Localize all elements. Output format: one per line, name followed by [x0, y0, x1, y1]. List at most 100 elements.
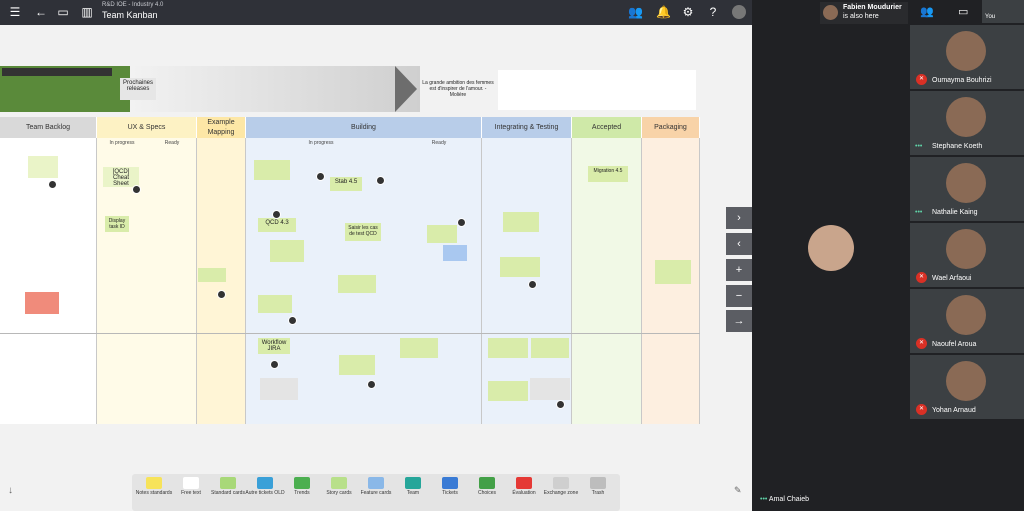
- toolbar-item[interactable]: Évaluation: [504, 474, 544, 511]
- back-arrow-icon[interactable]: ←: [34, 5, 48, 19]
- avatar: [270, 360, 279, 369]
- toolbar-label: Choices: [477, 490, 497, 496]
- audio-icon: •••: [760, 496, 768, 503]
- participant-tile[interactable]: ✕ Oumayma Bouhrizi: [910, 25, 1024, 89]
- participant-name: Nathalie Kaing: [932, 209, 978, 216]
- bell-icon[interactable]: 🔔: [656, 5, 671, 19]
- toolbar-swatch-icon: [257, 477, 273, 489]
- card-integ-1[interactable]: [503, 212, 539, 232]
- avatar: [946, 163, 986, 203]
- presenter-name: Fabien Moudurier: [843, 4, 902, 11]
- avatar: [946, 97, 986, 137]
- board-icon[interactable]: ▭: [56, 5, 70, 19]
- avatar: [556, 400, 565, 409]
- team-members-panel: [498, 70, 696, 110]
- toolbar-item[interactable]: Trash: [578, 474, 618, 511]
- avatar: [217, 290, 226, 299]
- card-building-3[interactable]: [254, 160, 290, 180]
- card-display-task[interactable]: Display task ID: [105, 216, 129, 232]
- pen-icon[interactable]: ✎: [734, 485, 742, 496]
- down-arrow-icon[interactable]: ↓: [8, 485, 13, 496]
- card-building-5[interactable]: [338, 275, 376, 293]
- toolbar-label: Notes standards: [135, 490, 173, 496]
- card-example[interactable]: [198, 268, 226, 282]
- people-icon[interactable]: 👥: [920, 5, 934, 18]
- toolbar-item[interactable]: Standard cards: [208, 474, 248, 511]
- col-team-backlog: Team Backlog: [0, 117, 97, 138]
- prochaines-card[interactable]: Prochaines releases: [120, 78, 156, 100]
- zoom-out-icon[interactable]: −: [726, 285, 752, 307]
- card-building-6[interactable]: [258, 295, 292, 313]
- card-backlog-1[interactable]: [28, 156, 58, 178]
- prev-icon[interactable]: ‹: [726, 233, 752, 255]
- card-grey[interactable]: [260, 378, 298, 400]
- release-arrow: [130, 66, 420, 112]
- card-ready-2[interactable]: [400, 338, 438, 358]
- avatar: [367, 380, 376, 389]
- card-saisir[interactable]: Saisir les cas de test QCD: [345, 223, 381, 241]
- toolbar-label: Tickets: [442, 490, 458, 496]
- zoom-in-icon[interactable]: +: [726, 259, 752, 281]
- avatar[interactable]: [732, 5, 746, 19]
- swimlane-divider: [0, 333, 700, 334]
- card-migration[interactable]: Migration 4.5: [588, 166, 628, 182]
- toolbar-item[interactable]: Trends: [282, 474, 322, 511]
- fit-icon[interactable]: →: [726, 310, 752, 332]
- col-packaging: Packaging: [642, 117, 700, 138]
- toolbar-item[interactable]: Feature cards: [356, 474, 396, 511]
- card-stab[interactable]: Stab 4.5: [330, 177, 362, 191]
- card-integ-6[interactable]: [530, 378, 570, 400]
- next-icon[interactable]: ›: [726, 207, 752, 229]
- project-subtitle: R&D IOE - Industry 4.0: [102, 2, 164, 8]
- app-bar: ☰ ← ▭ ▥ R&D IOE - Industry 4.0 Team Kanb…: [0, 0, 752, 25]
- card-integ-5[interactable]: [488, 381, 528, 401]
- toolbar-swatch-icon: [516, 477, 532, 489]
- toolbar-item[interactable]: Exchange zone: [541, 474, 581, 511]
- toolbar-item[interactable]: Autre tickets OLD: [245, 474, 285, 511]
- self-label: You: [985, 14, 996, 20]
- toolbar-label: Team: [406, 490, 420, 496]
- card-building-2[interactable]: [339, 355, 375, 375]
- toolbar-item[interactable]: Team: [393, 474, 433, 511]
- card-building-4[interactable]: [270, 240, 304, 262]
- participant-tile[interactable]: ✕ Wael Arfaoui: [910, 223, 1024, 287]
- card-ready-1[interactable]: [427, 225, 457, 243]
- participant-tile[interactable]: ✕ Yohan Arnaud: [910, 355, 1024, 419]
- speaker-name: ••• Amal Chaieb: [760, 496, 809, 503]
- quote-text: La grande ambition des femmes est d'insp…: [422, 80, 494, 98]
- users-icon[interactable]: 👥: [628, 5, 643, 19]
- toolbar-swatch-icon: [146, 477, 162, 489]
- avatar: [288, 316, 297, 325]
- card-integ-3[interactable]: [488, 338, 528, 358]
- participant-tile[interactable]: ••• Stephane Koeth: [910, 91, 1024, 155]
- card-ready-blue[interactable]: [443, 245, 467, 261]
- toolbar-swatch-icon: [220, 477, 236, 489]
- participant-name: Naoufel Aroua: [932, 341, 977, 348]
- participant-tile[interactable]: ✕ Naoufel Aroua: [910, 289, 1024, 353]
- card-qcd[interactable]: QCD 4.3: [258, 218, 296, 232]
- iteration-bar: [2, 68, 112, 76]
- toolbar-item[interactable]: Tickets: [430, 474, 470, 511]
- menu-icon[interactable]: ☰: [8, 5, 22, 19]
- card-workflow[interactable]: Workflow JIRA: [258, 338, 290, 354]
- toolbar-label: Exchange zone: [543, 490, 579, 496]
- toolbar-item[interactable]: Notes standards: [134, 474, 174, 511]
- mic-muted-icon: ✕: [916, 272, 927, 283]
- col-building: Building: [246, 117, 482, 138]
- toolbar-item[interactable]: Free text: [171, 474, 211, 511]
- help-icon[interactable]: ?: [706, 5, 720, 19]
- toolbar-item[interactable]: Story cards: [319, 474, 359, 511]
- card-integ-4[interactable]: [531, 338, 569, 358]
- chat-icon[interactable]: ▭: [958, 5, 968, 18]
- avatar: [376, 176, 385, 185]
- audio-icon: •••: [915, 209, 923, 216]
- presence-toast: Fabien Moudurier is also here: [820, 2, 908, 24]
- card-pack-1[interactable]: [655, 260, 691, 284]
- toolbar-swatch-icon: [553, 477, 569, 489]
- card-bug[interactable]: [25, 292, 59, 314]
- card-integ-2[interactable]: [500, 257, 540, 277]
- participant-tile[interactable]: ••• Nathalie Kaing: [910, 157, 1024, 221]
- gear-icon[interactable]: ⚙: [681, 5, 695, 19]
- toolbar-item[interactable]: Choices: [467, 474, 507, 511]
- card-cheat-sheet[interactable]: [QCD] Cheat Sheet: [103, 167, 139, 187]
